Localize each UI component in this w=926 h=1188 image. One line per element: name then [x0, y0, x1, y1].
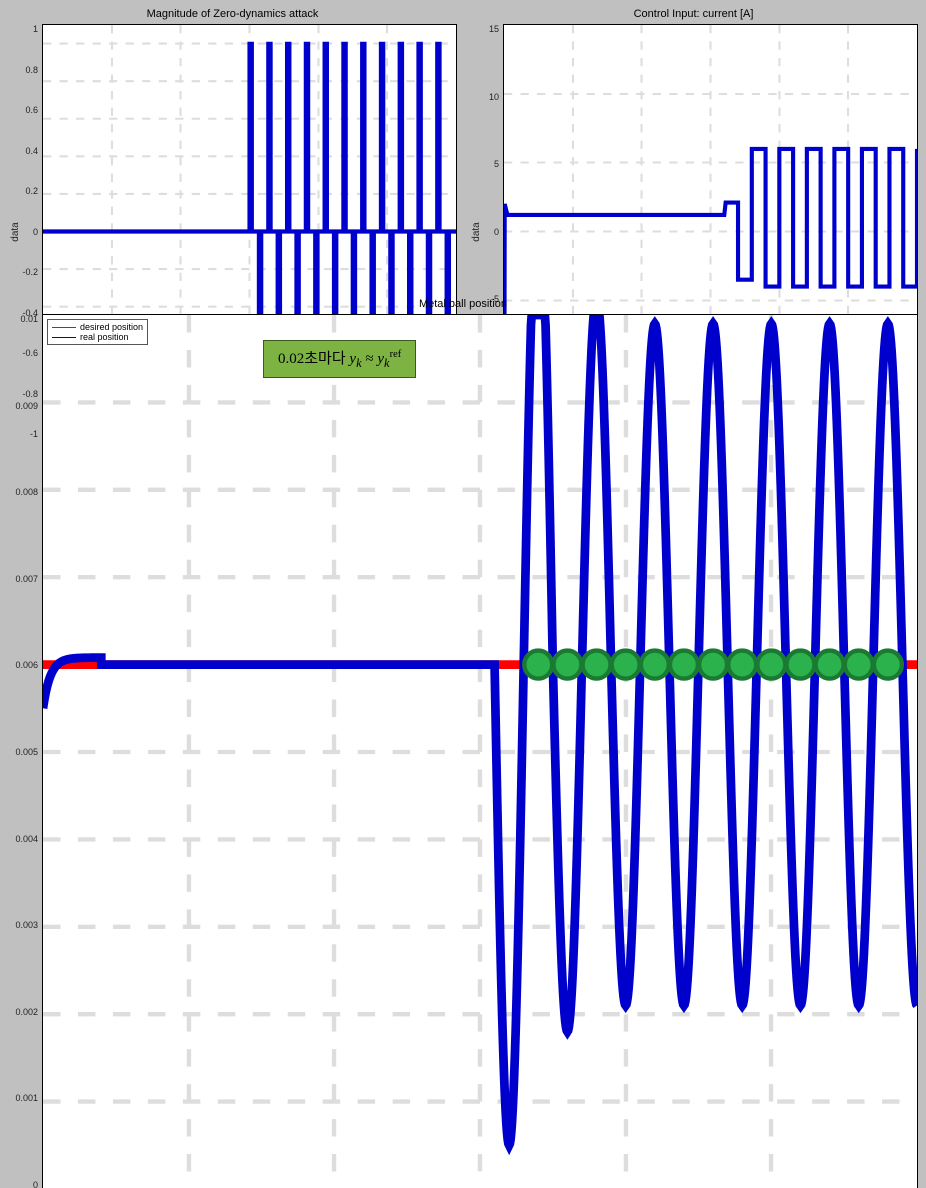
crossing-marker-icon: [816, 651, 844, 679]
plot-control-input: Control Input: current [A] data 151050-5…: [469, 8, 918, 278]
crossing-marker-icon: [612, 651, 640, 679]
plot-ball-position: Metal ball position 0.010.0090.0080.0070…: [8, 298, 918, 578]
plot-title: Control Input: current [A]: [634, 8, 754, 20]
crossing-marker-icon: [699, 651, 727, 679]
legend-entry-desired: desired position: [52, 322, 143, 332]
crossing-marker-icon: [728, 651, 756, 679]
crossing-marker-icon: [757, 651, 785, 679]
y-ticks: 0.010.0090.0080.0070.0060.0050.0040.0030…: [8, 314, 42, 1188]
crossing-marker-icon: [583, 651, 611, 679]
legend-swatch-blue: [52, 337, 76, 338]
crossing-marker-icon: [524, 651, 552, 679]
axes-area[interactable]: desired position real position 0.02초마다 y…: [42, 314, 918, 1188]
crossing-marker-icon: [553, 651, 581, 679]
annotation-box[interactable]: 0.02초마다 yk ≈ ykref: [263, 340, 416, 378]
annotation-formula: yk ≈ ykref: [349, 351, 401, 367]
legend[interactable]: desired position real position: [47, 319, 148, 345]
crossing-marker-icon: [786, 651, 814, 679]
crossing-marker-icon: [874, 651, 902, 679]
crossing-marker-icon: [670, 651, 698, 679]
plot-title: Magnitude of Zero-dynamics attack: [147, 8, 319, 20]
crossing-marker-icon: [845, 651, 873, 679]
legend-swatch-red: [52, 327, 76, 328]
plot-title: Metal ball position: [419, 298, 507, 310]
crossing-marker-icon: [641, 651, 669, 679]
y-axis-label: data: [471, 222, 482, 241]
y-axis-label: data: [10, 222, 21, 241]
legend-entry-real: real position: [52, 332, 143, 342]
plot-zero-dynamics: Magnitude of Zero-dynamics attack data 1…: [8, 8, 457, 278]
figure-window: Magnitude of Zero-dynamics attack data 1…: [0, 0, 926, 594]
